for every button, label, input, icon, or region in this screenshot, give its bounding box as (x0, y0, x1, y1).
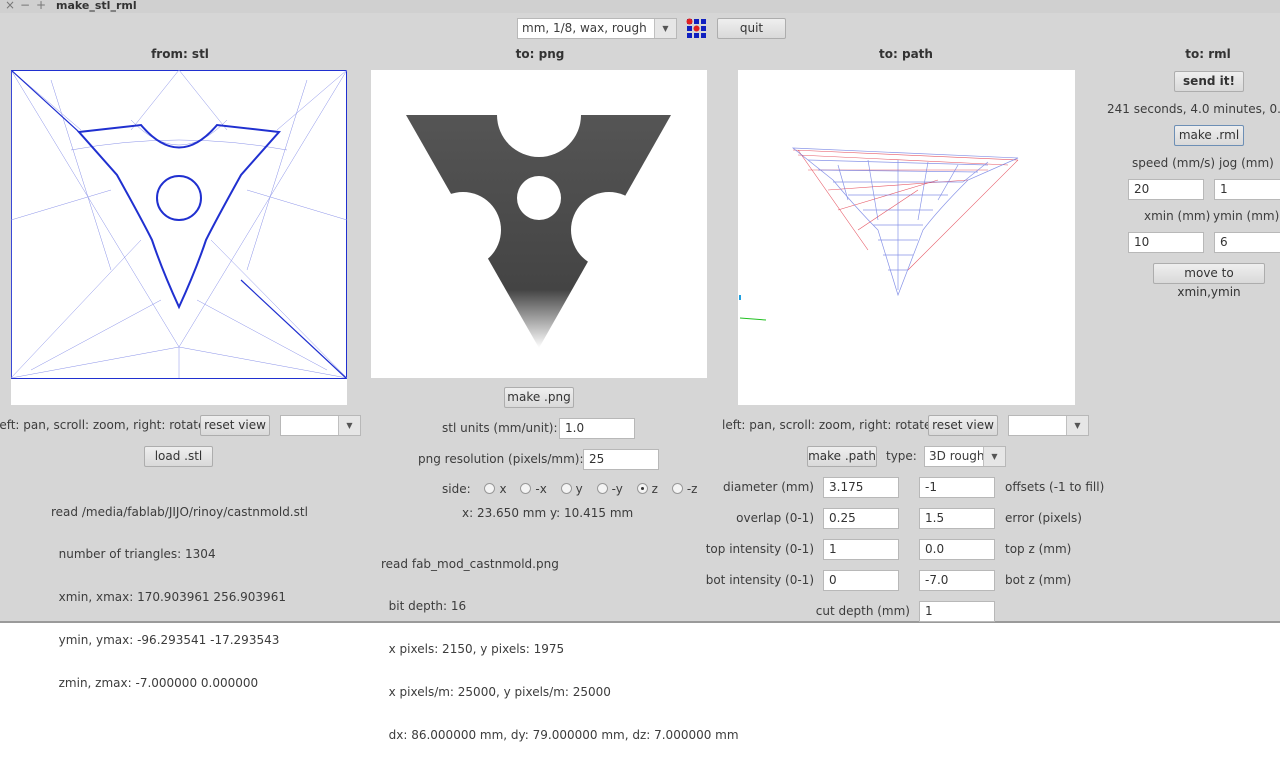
side-label: side: (442, 482, 471, 496)
side-radio-label: x (499, 482, 507, 496)
side-radio-neg-y[interactable] (596, 483, 608, 494)
title-bar: × − + make_stl_rml (0, 0, 1280, 13)
stl-view-canvas[interactable] (10, 69, 348, 405)
png-info-line: read fab_mod_castnmold.png (381, 556, 559, 571)
cut-depth-input[interactable]: 1 (919, 601, 995, 622)
side-radio-label: -z (686, 482, 698, 496)
stl-info-line: xmin, xmax: 170.903961 256.903961 (51, 590, 286, 605)
side-radio-neg-z[interactable] (671, 483, 683, 494)
error-input[interactable]: 1.5 (919, 508, 995, 529)
xmin-label: xmin (mm) (1144, 209, 1211, 223)
path-view-canvas[interactable] (738, 70, 1075, 405)
png-info-line: x pixels/m: 25000, y pixels/m: 25000 (381, 685, 611, 700)
overlap-input[interactable]: 0.25 (823, 508, 899, 529)
ymin-input[interactable]: 6 (1214, 232, 1280, 253)
path-header: to: path (879, 47, 933, 61)
toolpath-render (739, 147, 1019, 321)
stl-info: read /media/fablab/JIJO/rinoy/castnmold.… (51, 476, 308, 719)
png-resolution-label: png resolution (pixels/mm): (418, 452, 584, 466)
top-z-input[interactable]: 0.0 (919, 539, 995, 560)
maximize-icon[interactable]: + (36, 0, 46, 12)
jog-input[interactable]: 1 (1214, 179, 1280, 200)
chevron-down-icon: ▼ (654, 19, 676, 38)
diameter-input[interactable]: 3.175 (823, 477, 899, 498)
side-radio-y[interactable] (560, 483, 572, 494)
preset-select[interactable]: mm, 1/8, wax, rough ▼ (517, 18, 677, 39)
make-png-button[interactable]: make .png (504, 387, 574, 408)
stl-view-help: left: pan, scroll: zoom, right: rotate (0, 418, 206, 432)
window-title: make_stl_rml (56, 0, 137, 12)
preset-value: mm, 1/8, wax, rough (522, 21, 647, 35)
top-z-label: top z (mm) (1005, 542, 1072, 556)
png-preview (371, 70, 707, 378)
path-type-label: type: (886, 449, 917, 463)
rml-header: to: rml (1185, 47, 1231, 61)
xmin-input[interactable]: 10 (1128, 232, 1204, 253)
png-info-line: bit depth: 16 (381, 599, 467, 614)
speed-input[interactable]: 20 (1128, 179, 1204, 200)
png-heightmap-image (406, 73, 671, 348)
stl-header: from: stl (151, 47, 209, 61)
make-rml-button[interactable]: make .rml (1174, 125, 1244, 146)
stl-info-line: ymin, ymax: -96.293541 -17.293543 (51, 633, 280, 648)
send-it-button[interactable]: send it! (1174, 71, 1244, 92)
close-icon[interactable]: × (5, 0, 15, 12)
job-time-estimate: 241 seconds, 4.0 minutes, 0.07 h (1107, 102, 1280, 116)
load-stl-button[interactable]: load .stl (144, 446, 213, 467)
speed-label: speed (mm/s) (1132, 156, 1216, 170)
stl-view-select[interactable]: ▼ (280, 415, 361, 436)
fab-modules-logo-icon (686, 18, 706, 38)
side-radio-neg-x[interactable] (520, 483, 532, 494)
stl-info-line: zmin, zmax: -7.000000 0.000000 (51, 676, 259, 691)
overlap-label: overlap (0-1) (736, 511, 814, 525)
stl-info-line: read /media/fablab/JIJO/rinoy/castnmold.… (51, 504, 308, 519)
diameter-label: diameter (mm) (723, 480, 814, 494)
top-intensity-input[interactable]: 1 (823, 539, 899, 560)
side-radio-z[interactable] (636, 483, 648, 494)
side-radio-label: -y (611, 482, 623, 496)
png-info-line: x pixels: 2150, y pixels: 1975 (381, 642, 565, 657)
error-label: error (pixels) (1005, 511, 1082, 525)
chevron-down-icon: ▼ (983, 447, 1005, 466)
stl-units-input[interactable]: 1.0 (559, 418, 635, 439)
png-info-line: dx: 86.000000 mm, dy: 79.000000 mm, dz: … (381, 728, 739, 743)
path-type-select[interactable]: 3D rough ▼ (924, 446, 1006, 467)
stl-units-label: stl units (mm/unit): (442, 421, 558, 435)
path-reset-view-button[interactable]: reset view (928, 415, 998, 436)
stl-info-line: number of triangles: 1304 (51, 547, 216, 562)
side-radio-label: -x (535, 482, 547, 496)
make-path-button[interactable]: make .path (807, 446, 877, 467)
side-radio-x[interactable] (484, 483, 496, 494)
bot-z-input[interactable]: -7.0 (919, 570, 995, 591)
path-view-help: left: pan, scroll: zoom, right: rotate (722, 418, 932, 432)
path-view-select[interactable]: ▼ (1008, 415, 1089, 436)
side-radio-label: y (575, 482, 583, 496)
chevron-down-icon: ▼ (1066, 416, 1088, 435)
chevron-down-icon: ▼ (338, 416, 360, 435)
bot-intensity-input[interactable]: 0 (823, 570, 899, 591)
ymin-label: ymin (mm) (1213, 209, 1280, 223)
png-resolution-input[interactable]: 25 (583, 449, 659, 470)
app-window: × − + make_stl_rml mm, 1/8, wax, rough ▼ … (0, 0, 1280, 742)
offsets-label: offsets (-1 to fill) (1005, 480, 1105, 494)
png-header: to: png (515, 47, 565, 61)
quit-button[interactable]: quit (717, 18, 786, 39)
offsets-input[interactable]: -1 (919, 477, 995, 498)
move-to-xmin-ymin-button[interactable]: move to xmin,ymin (1153, 263, 1265, 299)
jog-label: jog (mm) (1219, 156, 1274, 170)
stl-mesh-render (10, 69, 348, 379)
minimize-icon[interactable]: − (20, 0, 30, 12)
top-intensity-label: top intensity (0-1) (705, 542, 814, 556)
bot-intensity-label: bot intensity (0-1) (705, 573, 814, 587)
cursor-coords: x: 23.650 mm y: 10.415 mm (462, 506, 634, 520)
side-radio-label: z (651, 482, 658, 496)
cut-depth-label: cut depth (mm) (815, 604, 910, 618)
path-type-value: 3D rough (929, 449, 985, 463)
png-info: read fab_mod_castnmold.png bit depth: 16… (381, 528, 739, 771)
bot-z-label: bot z (mm) (1005, 573, 1072, 587)
stl-reset-view-button[interactable]: reset view (200, 415, 270, 436)
side-radio-group: side: x -x y -y z -z (442, 482, 697, 496)
